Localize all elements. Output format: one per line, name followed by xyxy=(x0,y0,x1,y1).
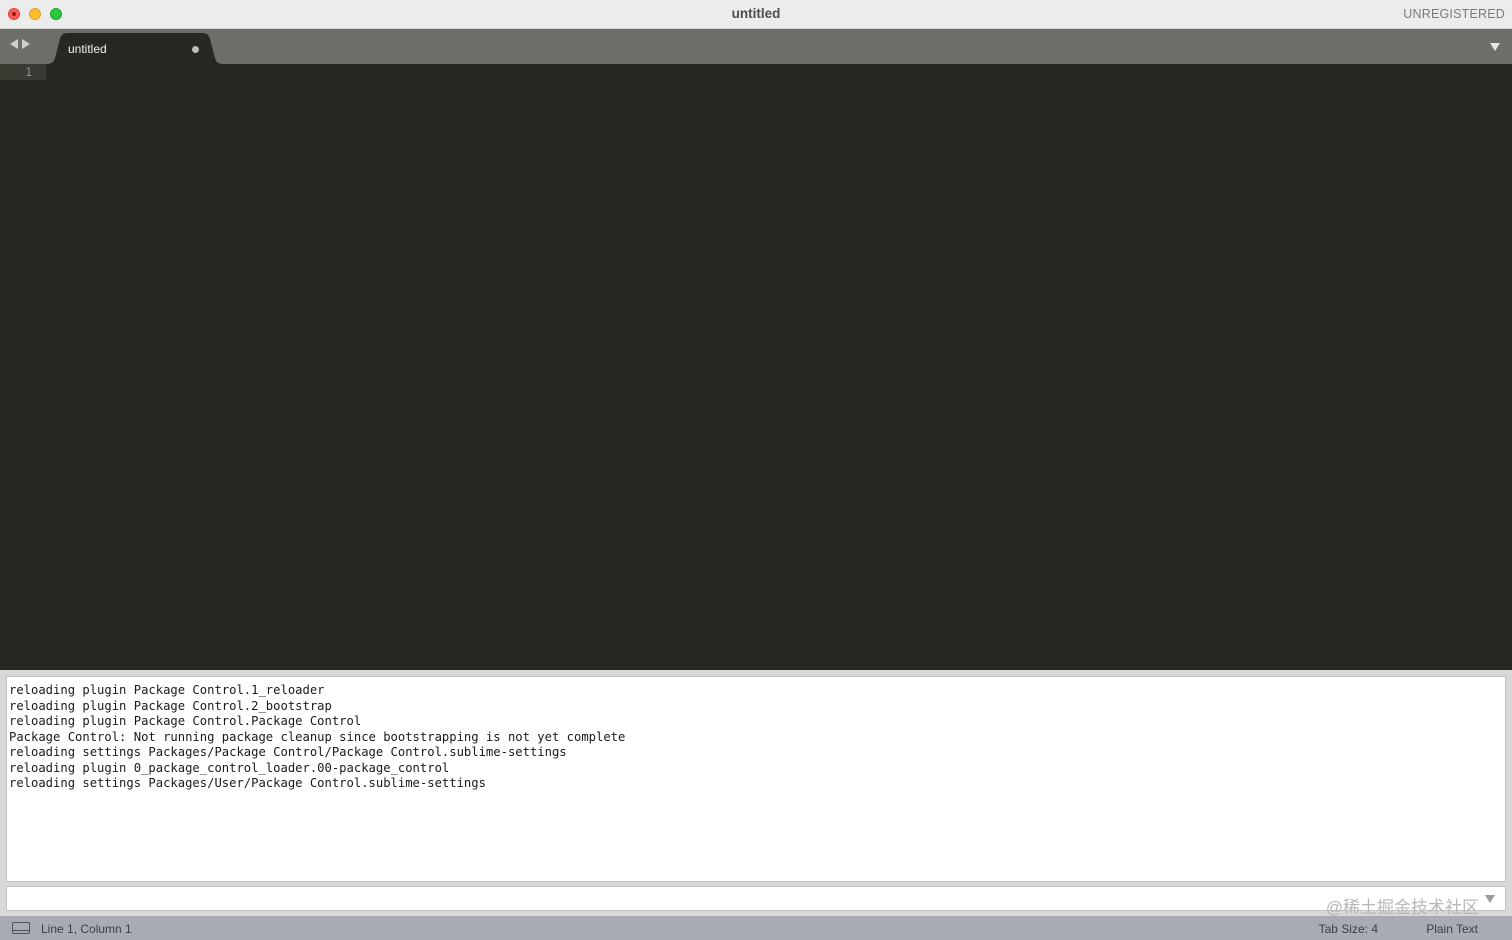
syntax-selector[interactable]: Plain Text xyxy=(1426,922,1478,936)
console-output[interactable]: reloading plugin Package Control.1_reloa… xyxy=(6,676,1506,882)
title-bar: untitled UNREGISTERED xyxy=(0,0,1512,29)
watermark: @稀土掘金技术社区 xyxy=(1325,898,1479,917)
chevron-right-icon[interactable] xyxy=(22,39,30,49)
active-line-gutter: 1 xyxy=(0,64,46,80)
window-title: untitled xyxy=(731,6,781,21)
panel-icon[interactable] xyxy=(12,922,30,934)
console-line: Package Control: Not running package cle… xyxy=(9,729,626,744)
cursor-position: Line 1, Column 1 xyxy=(41,922,132,936)
console-line: reloading settings Packages/Package Cont… xyxy=(9,745,567,759)
console-panel: reloading plugin Package Control.1_reloa… xyxy=(0,670,1512,917)
sublime-window: untitled UNREGISTERED untitled 1 reloadi… xyxy=(0,0,1512,940)
registration-status: UNREGISTERED xyxy=(1403,7,1505,21)
line-number: 1 xyxy=(25,65,32,79)
tab-untitled[interactable]: untitled xyxy=(46,33,224,64)
console-line: reloading settings Packages/User/Package… xyxy=(9,776,486,790)
chevron-left-icon[interactable] xyxy=(10,39,18,49)
console-line: reloading plugin 0_package_control_loade… xyxy=(9,760,450,775)
console-line: reloading plugin Package Control.1_reloa… xyxy=(9,683,325,697)
unsaved-dot-icon[interactable] xyxy=(192,46,199,53)
chevron-down-icon[interactable] xyxy=(1490,43,1500,51)
editor-area[interactable]: 1 xyxy=(0,64,1512,670)
tab-label: untitled xyxy=(68,42,107,56)
status-bar: Line 1, Column 1 Tab Size: 4 Plain Text xyxy=(0,916,1512,940)
console-input[interactable]: @稀土掘金技术社区 xyxy=(6,886,1506,917)
console-line: reloading plugin Package Control.2_boots… xyxy=(9,698,332,713)
tab-navigation xyxy=(10,39,30,49)
tab-bar: untitled xyxy=(0,29,1512,64)
tab-size-selector[interactable]: Tab Size: 4 xyxy=(1319,922,1378,936)
console-line: reloading plugin Package Control.Package… xyxy=(9,714,362,728)
console-history-chevron-icon[interactable] xyxy=(1485,895,1495,903)
